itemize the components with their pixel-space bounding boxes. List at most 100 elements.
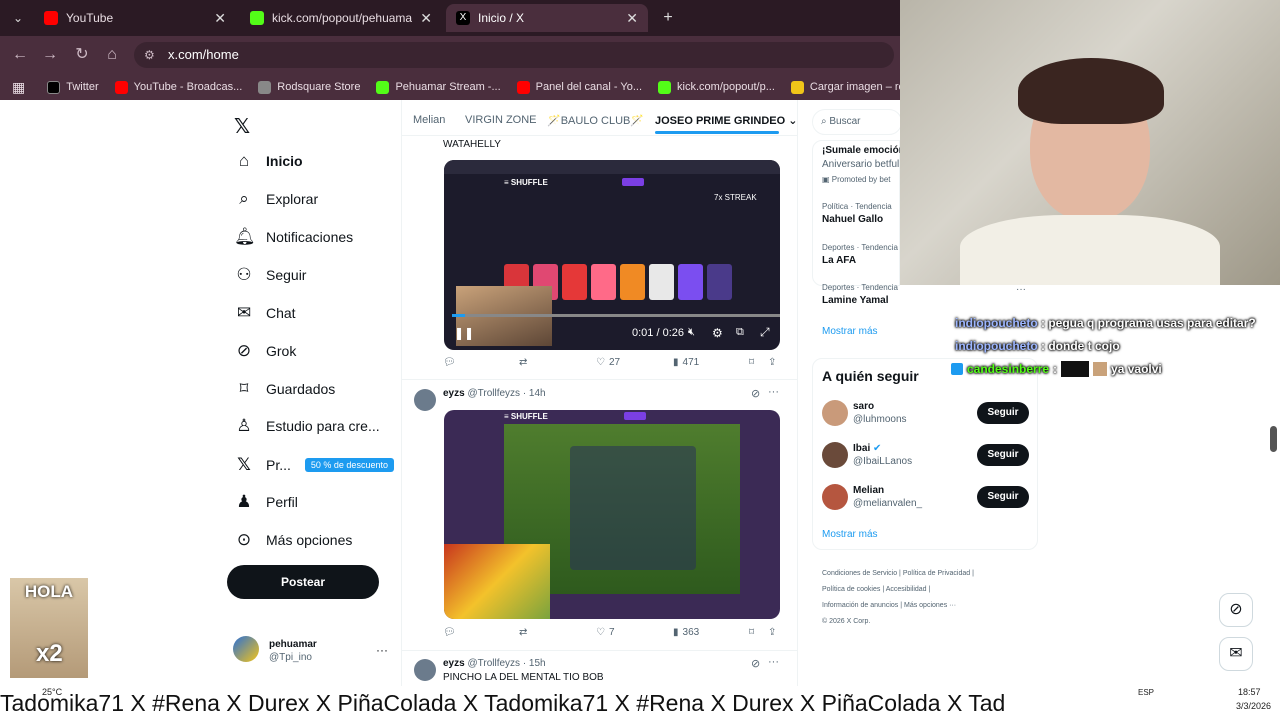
grok-float-button[interactable]: ⊘ xyxy=(1219,593,1253,627)
home-button-icon[interactable]: ⌂ xyxy=(102,45,122,65)
trend-name[interactable]: Lamine Yamal xyxy=(822,295,889,306)
back-icon[interactable]: ← xyxy=(10,45,30,65)
tab-virgin-zone[interactable]: VIRGIN ZONE xyxy=(465,114,537,126)
footer-link[interactable]: Política de cookies xyxy=(822,586,880,593)
nav-home[interactable]: ⌂ Inicio xyxy=(234,143,303,179)
repost-button[interactable]: ⇄ xyxy=(519,357,527,368)
views-button[interactable]: ▮ 363 xyxy=(673,627,699,638)
grok-icon: ⊘ xyxy=(236,341,252,360)
bookmark-item[interactable]: YouTube - Broadcas... xyxy=(114,80,242,94)
footer-link[interactable]: Información de anuncios xyxy=(822,602,898,609)
nav-grok[interactable]: ⊘ Grok xyxy=(234,333,296,369)
grok-icon[interactable]: ⊘ xyxy=(751,657,760,670)
close-icon[interactable]: ✕ xyxy=(626,10,638,27)
like-button[interactable]: ♡ 27 xyxy=(596,357,620,368)
language-indicator[interactable]: ESP xyxy=(1138,688,1154,697)
scrollbar-thumb[interactable] xyxy=(1270,426,1277,452)
forward-icon[interactable]: → xyxy=(40,45,60,65)
chat-text: ya vaolvi xyxy=(1111,362,1162,376)
post-more-icon[interactable]: ··· xyxy=(768,656,779,668)
avatar[interactable] xyxy=(414,389,436,411)
post-more-icon[interactable]: ··· xyxy=(768,386,779,398)
author-name[interactable]: eyzs xyxy=(443,658,465,669)
reply-button[interactable]: 💬︎ xyxy=(443,627,456,638)
nav-follow[interactable]: ⚇ Seguir xyxy=(234,257,306,293)
nav-bookmarks[interactable]: ⌑ Guardados xyxy=(234,371,336,407)
follow-button[interactable]: Seguir xyxy=(977,444,1029,466)
tab-x-home[interactable]: X Inicio / X ✕ xyxy=(446,4,648,32)
tab-baulo-club[interactable]: 🪄BAULO CLUB🪄 xyxy=(547,114,644,127)
share-button[interactable]: ⇪ xyxy=(768,357,776,368)
bookmark-item[interactable]: Rodsquare Store xyxy=(258,80,360,94)
x-logo-icon[interactable]: 𝕏 xyxy=(234,114,250,139)
footer-link[interactable]: Más opciones ··· xyxy=(904,602,956,609)
user-name[interactable]: saro xyxy=(853,401,874,412)
avatar[interactable] xyxy=(233,636,259,662)
mute-icon[interactable]: 🔇︎ xyxy=(688,326,695,339)
reload-icon[interactable]: ↻ xyxy=(72,45,92,65)
post-video[interactable]: ≡ SHUFFLE 7x STREAK ❚❚ 0:01 / 0:26 🔇︎ ⚙ … xyxy=(444,160,780,350)
footer-link[interactable]: Política de Privacidad xyxy=(903,570,970,577)
trend-more-icon[interactable]: ··· xyxy=(1016,284,1026,295)
premium-discount-badge: 50 % de descuento xyxy=(304,458,394,472)
close-icon[interactable]: ✕ xyxy=(214,10,226,27)
bookmark-item[interactable]: Cargar imagen – re... xyxy=(790,80,914,94)
footer-link[interactable]: Accesibilidad xyxy=(886,586,927,593)
close-icon[interactable]: ✕ xyxy=(420,10,432,27)
follow-button[interactable]: Seguir xyxy=(977,486,1029,508)
bookmark-button[interactable]: ⌑ xyxy=(749,357,754,368)
share-button[interactable]: ⇪ xyxy=(768,627,776,638)
bookmark-item[interactable]: Twitter xyxy=(47,80,99,94)
post-video[interactable]: ≡ SHUFFLE xyxy=(444,410,780,619)
avatar[interactable] xyxy=(414,659,436,681)
show-more-follow[interactable]: Mostrar más xyxy=(822,529,878,540)
search-input[interactable]: ⌕ Buscar xyxy=(812,109,902,135)
user-name[interactable]: Melian xyxy=(853,485,884,496)
bookmark-item[interactable]: Panel del canal - Yo... xyxy=(516,80,642,94)
tab-youtube[interactable]: YouTube ✕ xyxy=(34,4,236,32)
tab-kick[interactable]: kick.com/popout/pehuamar/ch ✕ xyxy=(240,4,442,32)
tab-menu-button[interactable]: ⌄ xyxy=(8,8,28,28)
tab-joseo-prime[interactable]: JOSEO PRIME GRINDEO ⌄ xyxy=(655,114,797,127)
avatar[interactable] xyxy=(822,442,848,468)
nav-creator-studio[interactable]: ♙ Estudio para cre... xyxy=(234,408,379,444)
bookmark-button[interactable]: ⌑ xyxy=(749,627,754,638)
progress-bar[interactable] xyxy=(452,314,780,317)
settings-icon[interactable]: ⚙ xyxy=(712,326,723,340)
nav-premium[interactable]: 𝕏 Pr... 50 % de descuento xyxy=(234,447,394,483)
trend-name[interactable]: Nahuel Gallo xyxy=(822,214,883,225)
nav-notifications[interactable]: 🔔︎ Notificaciones xyxy=(234,219,353,255)
footer-link[interactable]: Condiciones de Servicio xyxy=(822,570,897,577)
avatar[interactable] xyxy=(822,400,848,426)
grok-icon[interactable]: ⊘ xyxy=(751,387,760,400)
reply-button[interactable]: 💬︎ xyxy=(443,357,456,368)
views-button[interactable]: ▮ 471 xyxy=(673,357,699,368)
nav-chat[interactable]: ✉ Chat xyxy=(234,295,296,331)
messages-float-button[interactable]: ✉ xyxy=(1219,637,1253,671)
author-name[interactable]: eyzs xyxy=(443,388,465,399)
follow-button[interactable]: Seguir xyxy=(977,402,1029,424)
pause-icon[interactable]: ❚❚ xyxy=(454,326,474,340)
like-button[interactable]: ♡ 7 xyxy=(596,627,615,638)
user-name[interactable]: Ibai xyxy=(853,443,870,454)
url-input[interactable]: ⚙ x.com/home xyxy=(134,42,894,68)
bookmark-item[interactable]: Pehuamar Stream -... xyxy=(376,80,501,94)
account-more-icon[interactable]: ··· xyxy=(376,643,388,657)
fullscreen-icon[interactable]: ⤢ xyxy=(760,325,770,340)
repost-button[interactable]: ⇄ xyxy=(519,627,527,638)
bookmark-item[interactable]: kick.com/popout/p... xyxy=(658,80,775,94)
nav-explore[interactable]: ⌕ Explorar xyxy=(234,181,318,217)
avatar[interactable] xyxy=(822,484,848,510)
new-tab-button[interactable]: + xyxy=(658,8,678,28)
site-info-icon[interactable]: ⚙ xyxy=(144,42,155,68)
nav-profile[interactable]: ♟ Perfil xyxy=(234,484,298,520)
nav-more[interactable]: ⊙ Más opciones xyxy=(234,522,353,558)
apps-grid-icon[interactable]: ▦ xyxy=(12,79,25,96)
pip-icon[interactable]: ⧉ xyxy=(736,326,744,339)
tab-melian[interactable]: Melian xyxy=(413,114,445,126)
nav-label: Pr... xyxy=(266,457,291,473)
post-button[interactable]: Postear xyxy=(227,565,379,599)
show-more-trends[interactable]: Mostrar más xyxy=(822,326,878,337)
promo-title[interactable]: ¡Sumale emoción xyxy=(822,145,905,156)
trend-name[interactable]: La AFA xyxy=(822,255,856,266)
